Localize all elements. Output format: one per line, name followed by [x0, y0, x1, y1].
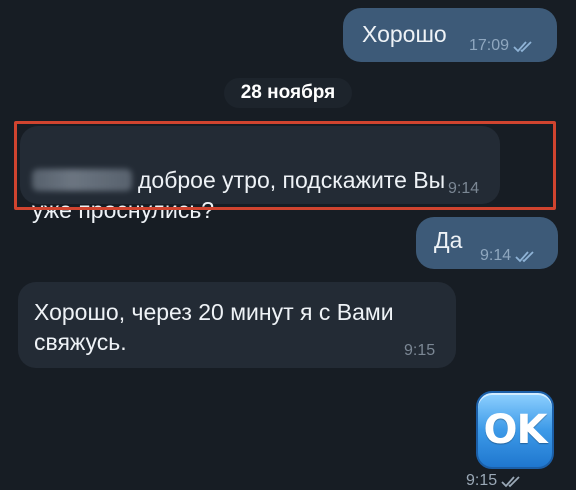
- message-text: Хорошо, через 20 минут я с Вами свяжусь.: [34, 299, 394, 355]
- message-meta: 9:14: [448, 180, 479, 198]
- message-meta: 9:14: [480, 247, 537, 265]
- message-bubble-incoming[interactable]: доброе утро, подскажите Вы уже проснулис…: [20, 126, 500, 223]
- double-check-icon: [501, 474, 523, 488]
- message-time: 17:09: [469, 37, 510, 54]
- ok-sticker-icon[interactable]: OK: [476, 391, 554, 469]
- message-time: 9:15: [466, 472, 498, 489]
- message-bubble-incoming[interactable]: Хорошо, через 20 минут я с Вами свяжусь.…: [18, 282, 456, 368]
- double-check-icon: [513, 39, 535, 53]
- blurred-sender-name: [32, 169, 132, 191]
- message-time: 9:15: [404, 342, 436, 359]
- message-bubble-outgoing[interactable]: Да 9:14: [416, 217, 558, 269]
- double-check-icon: [515, 249, 537, 263]
- message-bubble-outgoing[interactable]: Хорошо 17:09: [343, 8, 557, 62]
- message-time: 9:14: [480, 247, 512, 264]
- message-text-wrapper: доброе утро, подскажите Вы уже проснулис…: [32, 135, 445, 225]
- message-meta: 9:15: [466, 472, 523, 490]
- message-meta: 9:15: [404, 342, 435, 360]
- message-text: Хорошо: [362, 21, 447, 47]
- message-time: 9:14: [448, 180, 480, 197]
- message-meta: 17:09: [469, 37, 535, 55]
- message-text: Да: [434, 227, 463, 253]
- date-separator: 28 ноября: [224, 78, 352, 108]
